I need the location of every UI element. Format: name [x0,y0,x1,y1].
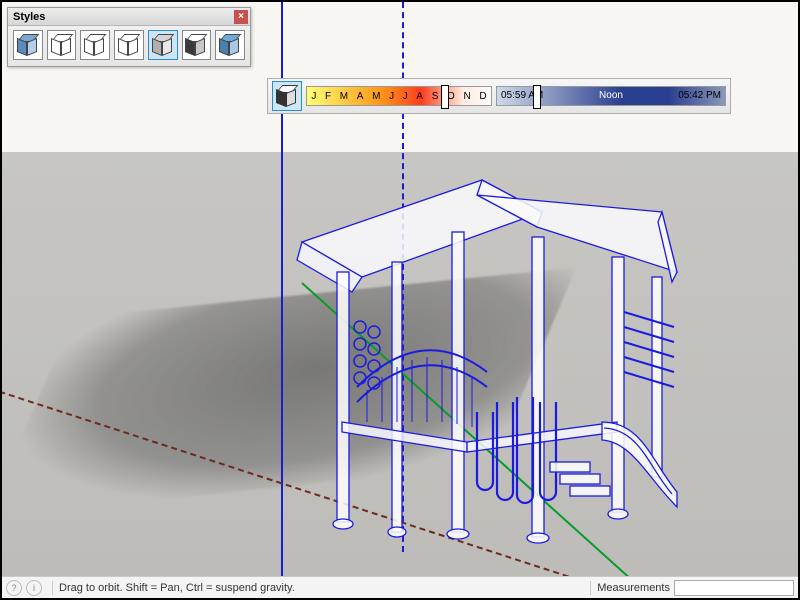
cube-icon [84,34,106,56]
styles-palette[interactable]: Styles × [7,7,251,67]
month-tick: J [389,91,394,102]
shadow-toggle-button[interactable] [272,81,302,111]
month-slider-thumb[interactable] [441,85,449,109]
month-tick: A [416,91,423,102]
measurements-label: Measurements [597,582,670,594]
time-slider-thumb[interactable] [533,85,541,109]
month-slider[interactable]: JFMAMJJASOND [306,86,492,106]
help-icon[interactable]: ? [6,580,22,596]
info-icon[interactable]: i [26,580,42,596]
cube-icon [51,34,73,56]
cube-icon [152,34,174,56]
styles-title: Styles [13,11,45,23]
styles-body [8,26,250,66]
month-tick: A [357,91,364,102]
styles-titlebar[interactable]: Styles × [8,8,250,26]
cube-icon [185,34,207,56]
month-labels: JFMAMJJASOND [307,87,491,105]
cube-icon [276,85,298,107]
measurements-input[interactable] [674,580,794,596]
month-tick: N [463,91,470,102]
style-thumb-xray[interactable] [182,30,212,60]
month-tick: M [340,91,348,102]
month-tick: D [479,91,486,102]
style-thumb-shaded-textures[interactable] [13,30,43,60]
style-thumb-hidden-line[interactable] [80,30,110,60]
style-thumb-shaded[interactable] [148,30,178,60]
cube-icon [118,34,140,56]
time-slider[interactable]: 05:59 AM Noon 05:42 PM [496,86,726,106]
style-thumb-monochrome[interactable] [114,30,144,60]
statusbar-separator [52,581,53,595]
style-thumb-back-edges[interactable] [215,30,245,60]
style-thumb-wireframe[interactable] [47,30,77,60]
statusbar-separator [590,581,591,595]
statusbar-hint: Drag to orbit. Shift = Pan, Ctrl = suspe… [59,582,295,594]
month-tick: S [432,91,439,102]
month-tick: J [311,91,316,102]
cube-icon [17,34,39,56]
month-tick: J [403,91,408,102]
month-tick: F [325,91,331,102]
status-bar: ? i Drag to orbit. Shift = Pan, Ctrl = s… [2,576,798,598]
shadows-toolbar[interactable]: JFMAMJJASOND 05:59 AM Noon 05:42 PM [267,78,731,114]
close-icon[interactable]: × [234,10,248,24]
cube-icon [219,34,241,56]
time-end-label: 05:42 PM [678,90,721,101]
playground-structure-model [282,122,682,552]
time-noon-label: Noon [599,90,623,101]
month-tick: M [372,91,380,102]
